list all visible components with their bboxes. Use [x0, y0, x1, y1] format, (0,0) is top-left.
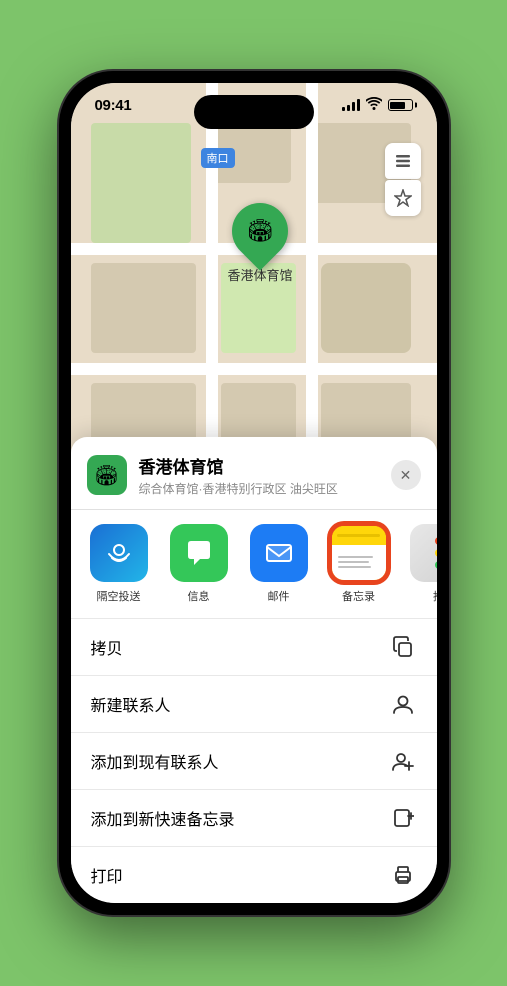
share-item-mail[interactable]: 邮件	[243, 524, 315, 604]
action-print-label: 打印	[91, 863, 123, 887]
status-time: 09:41	[95, 97, 132, 114]
messages-icon	[170, 524, 228, 582]
share-item-messages[interactable]: 信息	[163, 524, 235, 604]
messages-label: 信息	[188, 588, 210, 604]
mail-icon	[250, 524, 308, 582]
phone-frame: 09:41	[59, 71, 449, 915]
action-add-contact-label: 添加到现有联系人	[91, 749, 219, 773]
action-copy-label: 拷贝	[91, 635, 123, 659]
action-add-contact[interactable]: 添加到现有联系人	[71, 732, 437, 789]
print-icon	[389, 861, 417, 889]
action-print[interactable]: 打印	[71, 846, 437, 903]
pin-icon: 🏟	[246, 218, 274, 244]
copy-icon	[389, 633, 417, 661]
venue-subtitle: 综合体育馆·香港特别行政区 油尖旺区	[139, 480, 391, 497]
action-quick-note[interactable]: 添加到新快速备忘录	[71, 789, 437, 846]
share-item-more[interactable]: 推	[403, 524, 437, 604]
map-label: 南口	[201, 148, 235, 168]
new-contact-icon	[389, 690, 417, 718]
share-item-airdrop[interactable]: 隔空投送	[83, 524, 155, 604]
phone-screen: 09:41	[71, 83, 437, 903]
share-item-notes[interactable]: 备忘录	[323, 524, 395, 604]
action-quick-note-label: 添加到新快速备忘录	[91, 806, 235, 830]
location-pin: 🏟 香港体育馆	[227, 203, 292, 284]
notes-icon	[330, 524, 388, 582]
airdrop-label: 隔空投送	[97, 588, 141, 604]
map-layers-button[interactable]	[385, 143, 421, 179]
status-icons	[342, 97, 413, 113]
more-label: 推	[433, 588, 437, 604]
add-contact-icon	[389, 747, 417, 775]
action-new-contact-label: 新建联系人	[91, 692, 171, 716]
wifi-icon	[366, 97, 382, 113]
share-row: 隔空投送 信息	[71, 510, 437, 618]
sheet-header: 🏟 香港体育馆 综合体育馆·香港特别行政区 油尖旺区 ✕	[71, 453, 437, 510]
sheet-close-button[interactable]: ✕	[391, 460, 421, 490]
venue-title: 香港体育馆	[139, 453, 391, 478]
dynamic-island	[194, 95, 314, 129]
quick-note-icon	[389, 804, 417, 832]
bottom-sheet: 🏟 香港体育馆 综合体育馆·香港特别行政区 油尖旺区 ✕	[71, 437, 437, 903]
map-location-button[interactable]	[385, 180, 421, 216]
more-icon	[410, 524, 437, 582]
venue-info: 香港体育馆 综合体育馆·香港特别行政区 油尖旺区	[139, 453, 391, 497]
signal-icon	[342, 99, 360, 111]
battery-icon	[388, 99, 413, 111]
notes-label: 备忘录	[342, 588, 375, 604]
venue-logo: 🏟	[87, 455, 127, 495]
map-controls	[385, 143, 421, 216]
action-new-contact[interactable]: 新建联系人	[71, 675, 437, 732]
pin-circle: 🏟	[220, 191, 299, 270]
airdrop-icon	[90, 524, 148, 582]
action-copy[interactable]: 拷贝	[71, 618, 437, 675]
mail-label: 邮件	[268, 588, 290, 604]
